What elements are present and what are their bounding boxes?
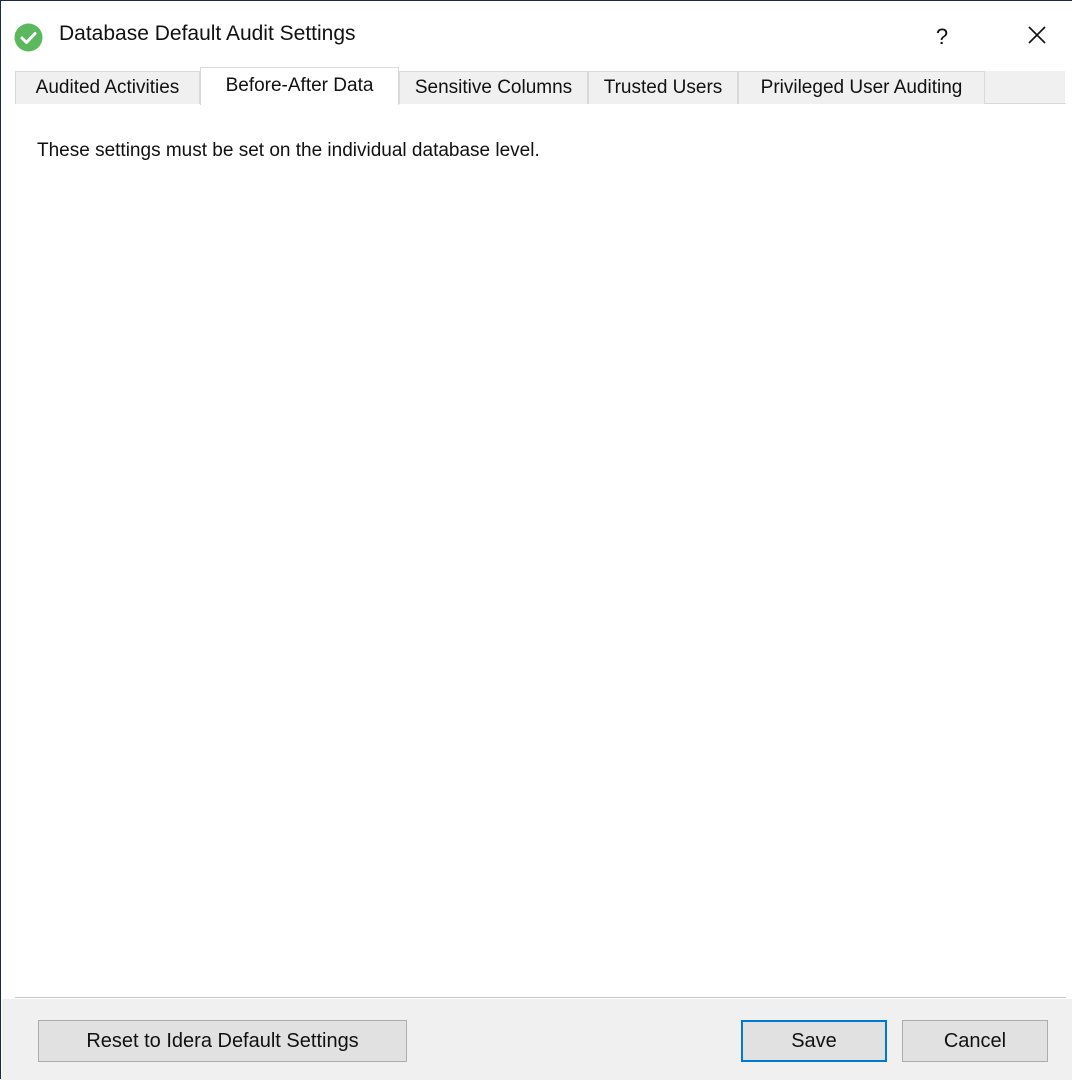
tab-before-after-data[interactable]: Before-After Data [200, 67, 399, 105]
tab-strip: Audited Activities Before-After Data Sen… [15, 67, 1065, 105]
close-button[interactable] [1009, 15, 1065, 59]
reset-defaults-label: Reset to Idera Default Settings [86, 1029, 359, 1052]
close-icon [1027, 25, 1047, 50]
tab-label: Before-After Data [225, 75, 374, 96]
save-label: Save [791, 1029, 837, 1052]
check-circle-icon [14, 23, 43, 52]
save-button[interactable]: Save [741, 1020, 887, 1062]
tab-content-panel: These settings must be set on the indivi… [15, 104, 1066, 992]
reset-defaults-button[interactable]: Reset to Idera Default Settings [38, 1020, 407, 1062]
info-message: These settings must be set on the indivi… [37, 140, 540, 161]
window-title: Database Default Audit Settings [59, 22, 356, 45]
tab-label: Sensitive Columns [414, 77, 573, 98]
cancel-button[interactable]: Cancel [902, 1020, 1048, 1062]
cancel-label: Cancel [943, 1029, 1007, 1052]
tab-label: Audited Activities [35, 77, 180, 98]
help-icon: ? [935, 24, 949, 49]
tab-label: Trusted Users [603, 77, 723, 98]
tab-sensitive-columns[interactable]: Sensitive Columns [399, 71, 588, 104]
tab-privileged-user-auditing[interactable]: Privileged User Auditing [738, 71, 985, 104]
dialog-window: Database Default Audit Settings ? Audite… [0, 0, 1072, 1080]
tab-trusted-users[interactable]: Trusted Users [588, 71, 738, 104]
help-button[interactable]: ? [919, 15, 965, 59]
tab-label: Privileged User Auditing [760, 77, 963, 98]
title-bar[interactable]: Database Default Audit Settings ? [1, 1, 1072, 65]
tab-audited-activities[interactable]: Audited Activities [15, 71, 200, 104]
